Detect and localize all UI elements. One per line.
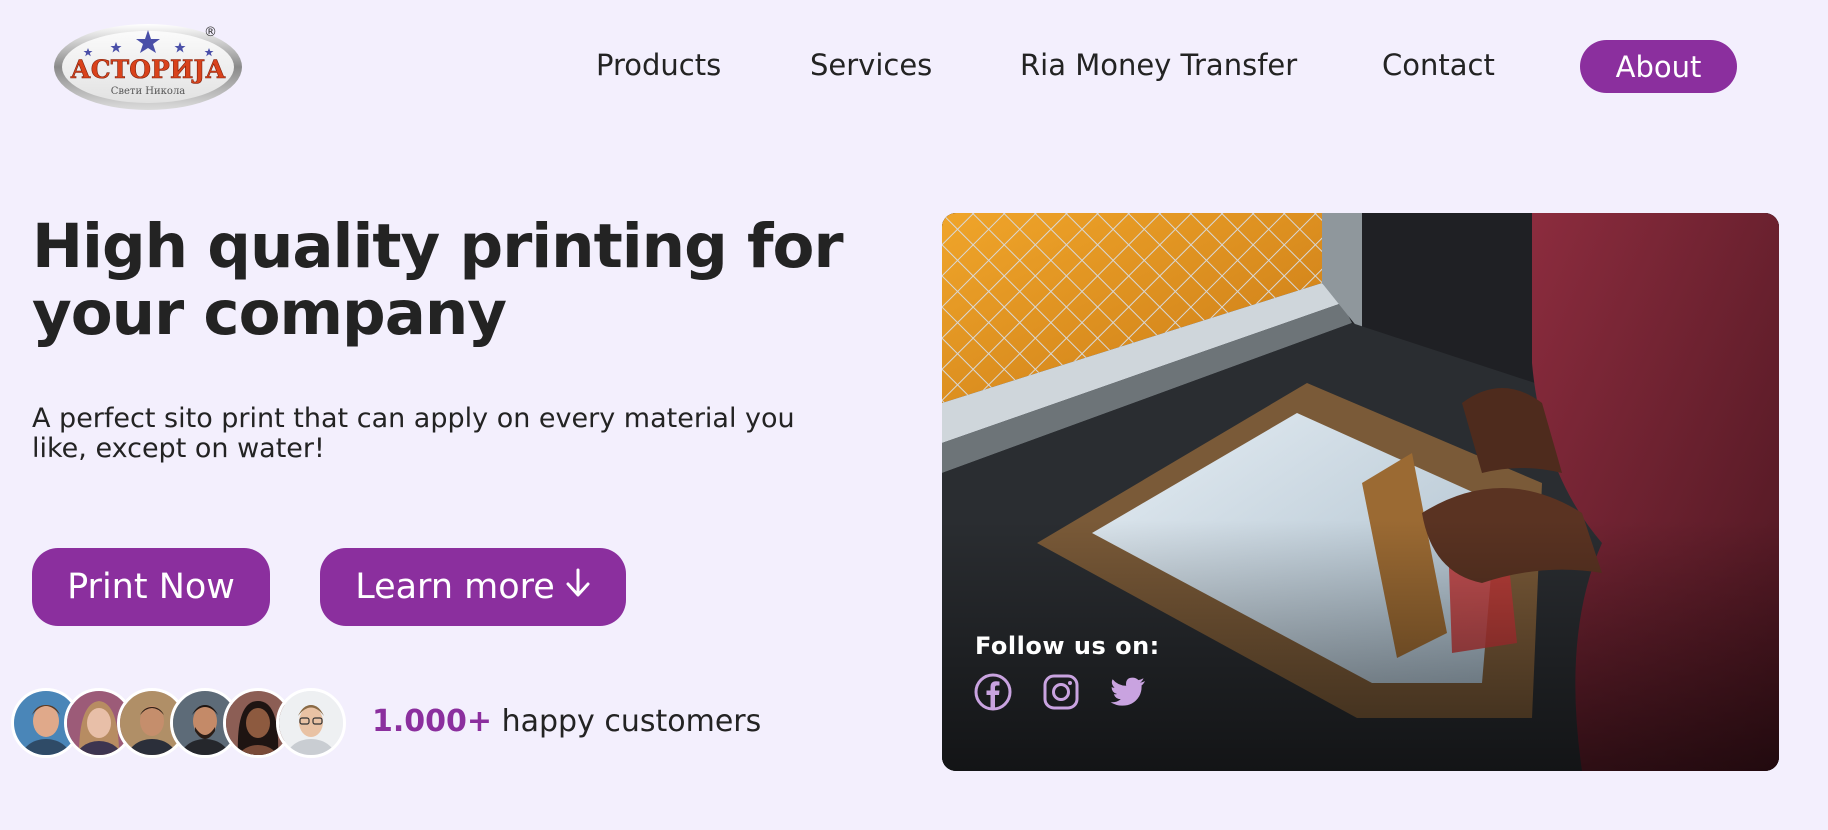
main-nav: Products Services Ria Money Transfer Con…: [0, 40, 1828, 93]
nav-services[interactable]: Services: [810, 48, 932, 82]
instagram-icon[interactable]: [1042, 673, 1080, 711]
landing-page: АСТОРИЈА Свети Никола ® Products Service…: [0, 0, 1828, 830]
nav-contact[interactable]: Contact: [1382, 48, 1495, 82]
learn-more-label: Learn more: [355, 567, 555, 607]
print-now-button[interactable]: Print Now: [32, 548, 270, 626]
learn-more-button[interactable]: Learn more: [320, 548, 626, 626]
twitter-icon[interactable]: [1109, 673, 1147, 711]
hero-subtitle: A perfect sito print that can apply on e…: [32, 404, 852, 464]
happy-customers-text: 1.000+ happy customers: [372, 704, 761, 739]
arrow-down-icon: [565, 567, 591, 607]
print-now-label: Print Now: [67, 567, 235, 607]
registered-mark: ®: [204, 25, 217, 40]
hero-title: High quality printing for your company: [32, 213, 872, 347]
avatar: [276, 688, 346, 758]
facebook-icon[interactable]: [974, 673, 1012, 711]
follow-us-label: Follow us on:: [975, 632, 1160, 660]
hero-subtitle-line-1: A perfect sito print that can apply on e…: [32, 403, 795, 434]
nav-ria-money-transfer[interactable]: Ria Money Transfer: [1020, 48, 1297, 82]
nav-products[interactable]: Products: [596, 48, 721, 82]
hero-title-line-1: High quality printing for: [32, 211, 844, 282]
hero-title-line-2: your company: [32, 278, 507, 349]
customer-label: happy customers: [501, 704, 762, 739]
customer-count: 1.000+: [372, 704, 493, 739]
hero-subtitle-line-2: like, except on water!: [32, 433, 325, 464]
nav-about-button[interactable]: About: [1580, 40, 1737, 93]
